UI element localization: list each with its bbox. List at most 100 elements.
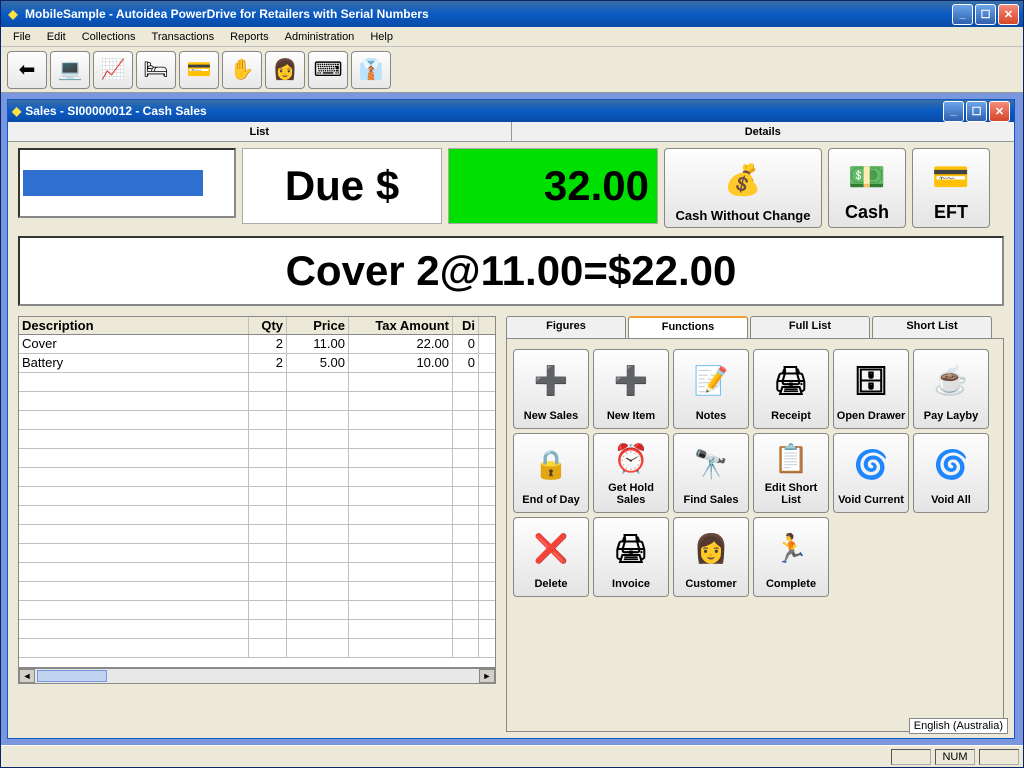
- func-invoice[interactable]: 🖨Invoice: [593, 517, 669, 597]
- due-row: Due $ 32.00 💰 Cash Without Change 💵 Cash…: [8, 142, 1014, 232]
- table-row-empty[interactable]: [19, 601, 495, 620]
- maximize-button[interactable]: ☐: [975, 4, 996, 25]
- status-empty2: [979, 749, 1019, 765]
- scroll-thumb[interactable]: [37, 670, 107, 682]
- func-tab-full-list[interactable]: Full List: [750, 316, 870, 338]
- bottom-split: Description Qty Price Tax Amount Di Cove…: [8, 310, 1014, 738]
- eft-button[interactable]: 💳 EFT: [912, 148, 990, 228]
- func-notes[interactable]: 📝Notes: [673, 349, 749, 429]
- top-tabs: List Details: [8, 122, 1014, 142]
- progress-box: [18, 148, 236, 218]
- func-new-sales[interactable]: ➕New Sales: [513, 349, 589, 429]
- inner-close-button[interactable]: ✕: [989, 101, 1010, 122]
- func-open-drawer[interactable]: 🗄Open Drawer: [833, 349, 909, 429]
- func-label: Delete: [534, 578, 567, 590]
- func-edit-short-list[interactable]: 📋Edit Short List: [753, 433, 829, 513]
- col-disc[interactable]: Di: [453, 317, 479, 334]
- table-row-empty[interactable]: [19, 525, 495, 544]
- func-receipt[interactable]: 🖨Receipt: [753, 349, 829, 429]
- scroll-right-icon[interactable]: ►: [479, 669, 495, 683]
- horizontal-scrollbar[interactable]: ◄ ►: [18, 668, 496, 684]
- col-qty[interactable]: Qty: [249, 317, 287, 334]
- close-button[interactable]: ✕: [998, 4, 1019, 25]
- table-row-empty[interactable]: [19, 639, 495, 658]
- table-row-empty[interactable]: [19, 544, 495, 563]
- pay-layby-icon: ☕: [934, 352, 969, 410]
- tab-details[interactable]: Details: [512, 122, 1015, 141]
- func-get-hold-sales[interactable]: ⏰Get Hold Sales: [593, 433, 669, 513]
- toolbar-btn-5[interactable]: ✋: [222, 51, 262, 89]
- table-row[interactable]: Battery25.0010.000: [19, 354, 495, 373]
- progress-fill: [23, 170, 203, 196]
- inner-maximize-button[interactable]: ☐: [966, 101, 987, 122]
- inner-icon: ◆: [12, 104, 21, 118]
- func-void-current[interactable]: 🌀Void Current: [833, 433, 909, 513]
- scroll-left-icon[interactable]: ◄: [19, 669, 35, 683]
- menu-reports[interactable]: Reports: [222, 29, 277, 45]
- table-row[interactable]: Cover211.0022.000: [19, 335, 495, 354]
- table-row-empty[interactable]: [19, 430, 495, 449]
- func-void-all[interactable]: 🌀Void All: [913, 433, 989, 513]
- inner-title: Sales - SI00000012 - Cash Sales: [25, 104, 943, 118]
- toolbar-btn-3[interactable]: 🛏: [136, 51, 176, 89]
- func-tab-figures[interactable]: Figures: [506, 316, 626, 338]
- menu-transactions[interactable]: Transactions: [144, 29, 223, 45]
- toolbar-btn-1[interactable]: 💻: [50, 51, 90, 89]
- func-label: Invoice: [612, 578, 650, 590]
- table-row-empty[interactable]: [19, 506, 495, 525]
- menu-edit[interactable]: Edit: [39, 29, 74, 45]
- table-row-empty[interactable]: [19, 411, 495, 430]
- func-tab-short-list[interactable]: Short List: [872, 316, 992, 338]
- table-row-empty[interactable]: [19, 563, 495, 582]
- toolbar-btn-0[interactable]: ⬅: [7, 51, 47, 89]
- card-reader-icon: 💳: [932, 153, 969, 202]
- menu-administration[interactable]: Administration: [277, 29, 363, 45]
- func-new-item[interactable]: ➕New Item: [593, 349, 669, 429]
- func-label: New Item: [607, 410, 655, 422]
- func-delete[interactable]: ❌Delete: [513, 517, 589, 597]
- status-num: NUM: [935, 749, 975, 765]
- moneybag-icon: 💰: [724, 153, 761, 208]
- cash-icon: 💵: [848, 153, 885, 202]
- func-pay-layby[interactable]: ☕Pay Layby: [913, 349, 989, 429]
- col-price[interactable]: Price: [287, 317, 349, 334]
- language-indicator[interactable]: English (Australia): [909, 718, 1008, 734]
- cell-tax: 10.00: [349, 354, 453, 372]
- cash-without-change-button[interactable]: 💰 Cash Without Change: [664, 148, 822, 228]
- tab-list[interactable]: List: [8, 122, 512, 141]
- col-tax[interactable]: Tax Amount: [349, 317, 453, 334]
- cash-button[interactable]: 💵 Cash: [828, 148, 906, 228]
- cell-price: 11.00: [287, 335, 349, 353]
- menu-collections[interactable]: Collections: [74, 29, 144, 45]
- delete-icon: ❌: [534, 520, 569, 578]
- table-row-empty[interactable]: [19, 582, 495, 601]
- cell-qty: 2: [249, 335, 287, 353]
- toolbar-btn-7[interactable]: ⌨: [308, 51, 348, 89]
- table-row-empty[interactable]: [19, 392, 495, 411]
- notes-icon: 📝: [694, 352, 729, 410]
- col-description[interactable]: Description: [19, 317, 249, 334]
- menu-help[interactable]: Help: [362, 29, 401, 45]
- toolbar-btn-4[interactable]: 💳: [179, 51, 219, 89]
- func-find-sales[interactable]: 🔭Find Sales: [673, 433, 749, 513]
- toolbar-btn-2[interactable]: 📈: [93, 51, 133, 89]
- table-row-empty[interactable]: [19, 373, 495, 392]
- items-table[interactable]: Description Qty Price Tax Amount Di Cove…: [18, 316, 496, 668]
- menu-file[interactable]: File: [5, 29, 39, 45]
- inner-minimize-button[interactable]: _: [943, 101, 964, 122]
- toolbar-btn-8[interactable]: 👔: [351, 51, 391, 89]
- toolbar-btn-6[interactable]: 👩: [265, 51, 305, 89]
- function-tabs: FiguresFunctionsFull ListShort List: [506, 316, 1004, 338]
- scroll-track[interactable]: [35, 669, 479, 683]
- func-complete[interactable]: 🏃Complete: [753, 517, 829, 597]
- func-tab-functions[interactable]: Functions: [628, 316, 748, 338]
- func-customer[interactable]: 👩Customer: [673, 517, 749, 597]
- table-row-empty[interactable]: [19, 449, 495, 468]
- table-row-empty[interactable]: [19, 620, 495, 639]
- func-label: Get Hold Sales: [596, 482, 666, 506]
- cell-price: 5.00: [287, 354, 349, 372]
- func-end-of-day[interactable]: 🔒End of Day: [513, 433, 589, 513]
- minimize-button[interactable]: _: [952, 4, 973, 25]
- table-row-empty[interactable]: [19, 487, 495, 506]
- table-row-empty[interactable]: [19, 468, 495, 487]
